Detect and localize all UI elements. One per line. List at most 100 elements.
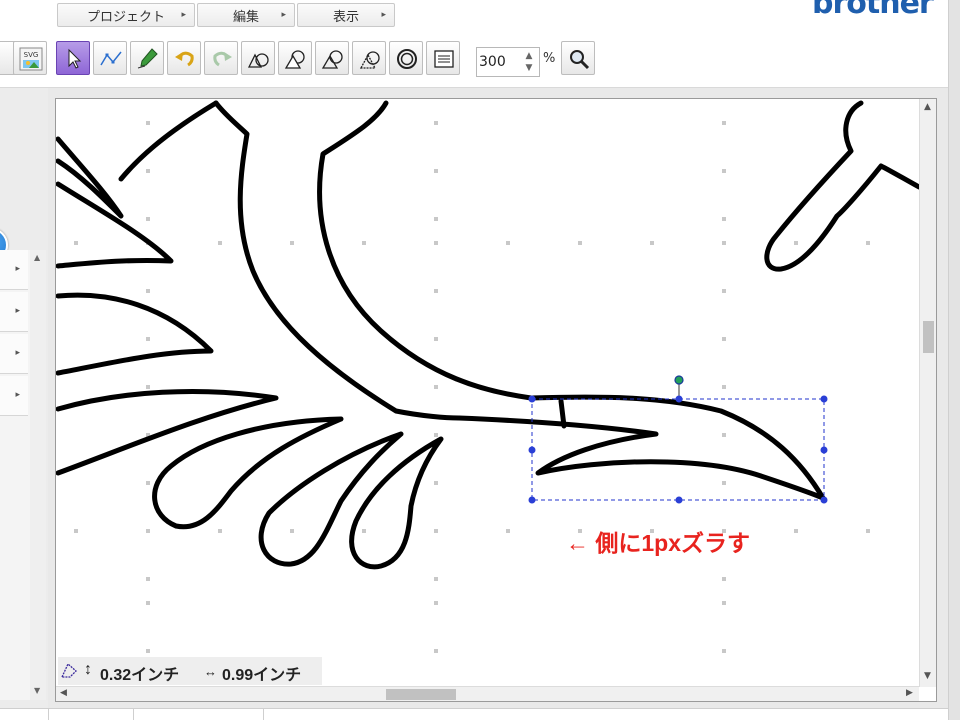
- chevron-right-icon: ▸: [381, 10, 386, 20]
- width-icon: ↔: [204, 664, 217, 679]
- tip-notch[interactable]: [558, 398, 567, 429]
- grid-dot: [722, 433, 726, 437]
- grid-dot: [146, 601, 150, 605]
- canvas-horizontal-scrollbar[interactable]: ◀ ▶: [56, 686, 919, 701]
- canvas-vertical-scrollbar[interactable]: ▲ ▼: [919, 99, 936, 687]
- grid-dot: [434, 169, 438, 173]
- grid-dot: [722, 121, 726, 125]
- grid-dot: [74, 529, 78, 533]
- grid-dot: [434, 385, 438, 389]
- grid-dot: [362, 529, 366, 533]
- grid-dot: [146, 481, 150, 485]
- inner-stem[interactable]: [213, 100, 462, 421]
- resize-handle[interactable]: [820, 496, 828, 504]
- list-item[interactable]: ▸: [0, 334, 28, 374]
- bottom-tab-strip: [0, 708, 948, 720]
- svg-label: SVG: [24, 51, 39, 59]
- undo-button[interactable]: [167, 41, 201, 75]
- height-value: 0.32インチ: [100, 667, 180, 684]
- leaf-artwork[interactable]: [56, 100, 922, 570]
- leaf-frond-6[interactable]: [258, 431, 404, 567]
- grid-dot: [146, 529, 150, 533]
- grid-dot: [722, 241, 726, 245]
- grid-dot: [650, 241, 654, 245]
- leaf-frond-8[interactable]: [118, 100, 219, 182]
- resize-handle[interactable]: [528, 496, 536, 504]
- canvas-drawing[interactable]: [56, 99, 936, 701]
- text-box-icon: [434, 50, 454, 68]
- scroll-left-icon[interactable]: ◀: [60, 688, 67, 698]
- select-tool-button[interactable]: [56, 41, 90, 75]
- leaf-frond-3[interactable]: [56, 292, 214, 376]
- resize-handle[interactable]: [528, 446, 536, 454]
- resize-handle[interactable]: [675, 395, 683, 403]
- svg-import-icon: SVG: [19, 47, 43, 71]
- zoom-up-icon[interactable]: ▲: [521, 50, 537, 62]
- node-edit-button[interactable]: [93, 41, 127, 75]
- grid-dot: [722, 601, 726, 605]
- scroll-down-icon[interactable]: ▼: [34, 686, 40, 695]
- menu-project[interactable]: プロジェクト ▸: [57, 3, 195, 27]
- zoom-input[interactable]: [479, 52, 519, 72]
- svg-import-button[interactable]: SVG: [13, 41, 47, 75]
- zoom-button[interactable]: [561, 41, 595, 75]
- grid-dot: [146, 121, 150, 125]
- menu-view[interactable]: 表示 ▸: [297, 3, 395, 27]
- grid-dot: [578, 241, 582, 245]
- design-canvas[interactable]: [55, 98, 937, 702]
- resize-handle[interactable]: [675, 496, 683, 504]
- node-edit-icon: [100, 51, 122, 66]
- zoom-down-icon[interactable]: ▼: [521, 62, 537, 74]
- brand-logo: brother: [812, 0, 934, 21]
- shape-exclude-button[interactable]: [352, 41, 386, 75]
- shape-subtract-button[interactable]: [278, 41, 312, 75]
- grid-dot: [722, 289, 726, 293]
- page-scrollbar[interactable]: [948, 0, 960, 720]
- tab-divider: [48, 709, 49, 720]
- redo-button[interactable]: [204, 41, 238, 75]
- text-box-button[interactable]: [426, 41, 460, 75]
- resize-handle[interactable]: [820, 446, 828, 454]
- annotation-label: ← 側に1pxズラす: [566, 530, 751, 556]
- resize-handle[interactable]: [820, 395, 828, 403]
- grid-dot: [434, 241, 438, 245]
- main-stem[interactable]: [317, 100, 534, 401]
- shape-intersect-button[interactable]: [315, 41, 349, 75]
- chevron-right-icon: ▸: [15, 306, 20, 316]
- scroll-down-icon[interactable]: ▼: [924, 671, 931, 681]
- grid-dot: [794, 529, 798, 533]
- pen-draw-button[interactable]: [130, 41, 164, 75]
- scroll-right-icon[interactable]: ▶: [906, 688, 913, 698]
- vertical-scroll-thumb[interactable]: [923, 321, 934, 353]
- list-item[interactable]: ▸: [0, 376, 28, 416]
- zoom-stepper[interactable]: ▲ ▼: [476, 47, 540, 77]
- grid-dot: [146, 217, 150, 221]
- grid-dot: [434, 481, 438, 485]
- grid-dot: [434, 601, 438, 605]
- list-item[interactable]: ▸: [0, 292, 28, 332]
- scroll-up-icon[interactable]: ▲: [924, 102, 931, 112]
- leaf-frond-5[interactable]: [152, 416, 344, 530]
- undo-icon: [175, 51, 194, 67]
- list-item[interactable]: ▸: [0, 250, 28, 290]
- resize-handle[interactable]: [528, 395, 536, 403]
- left-scrollbar[interactable]: ▲ ▼: [30, 250, 46, 700]
- horizontal-scroll-thumb[interactable]: [386, 689, 456, 700]
- right-branch[interactable]: [764, 100, 922, 272]
- leaf-frond-2[interactable]: [56, 181, 174, 269]
- grid-dot: [74, 241, 78, 245]
- rotate-handle[interactable]: [674, 375, 684, 385]
- grid-dot: [434, 577, 438, 581]
- scroll-up-icon[interactable]: ▲: [34, 253, 40, 262]
- selected-tip[interactable]: [456, 394, 826, 501]
- leaf-frond-7[interactable]: [349, 436, 444, 570]
- menu-edit[interactable]: 編集 ▸: [197, 3, 295, 27]
- shape-union-button[interactable]: [241, 41, 275, 75]
- grid-dot: [866, 529, 870, 533]
- tab-divider: [133, 709, 134, 720]
- offset-button[interactable]: [389, 41, 423, 75]
- grid-dot: [218, 241, 222, 245]
- grid-dot: [434, 649, 438, 653]
- grid-dot: [146, 385, 150, 389]
- chevron-right-icon: ▸: [15, 264, 20, 274]
